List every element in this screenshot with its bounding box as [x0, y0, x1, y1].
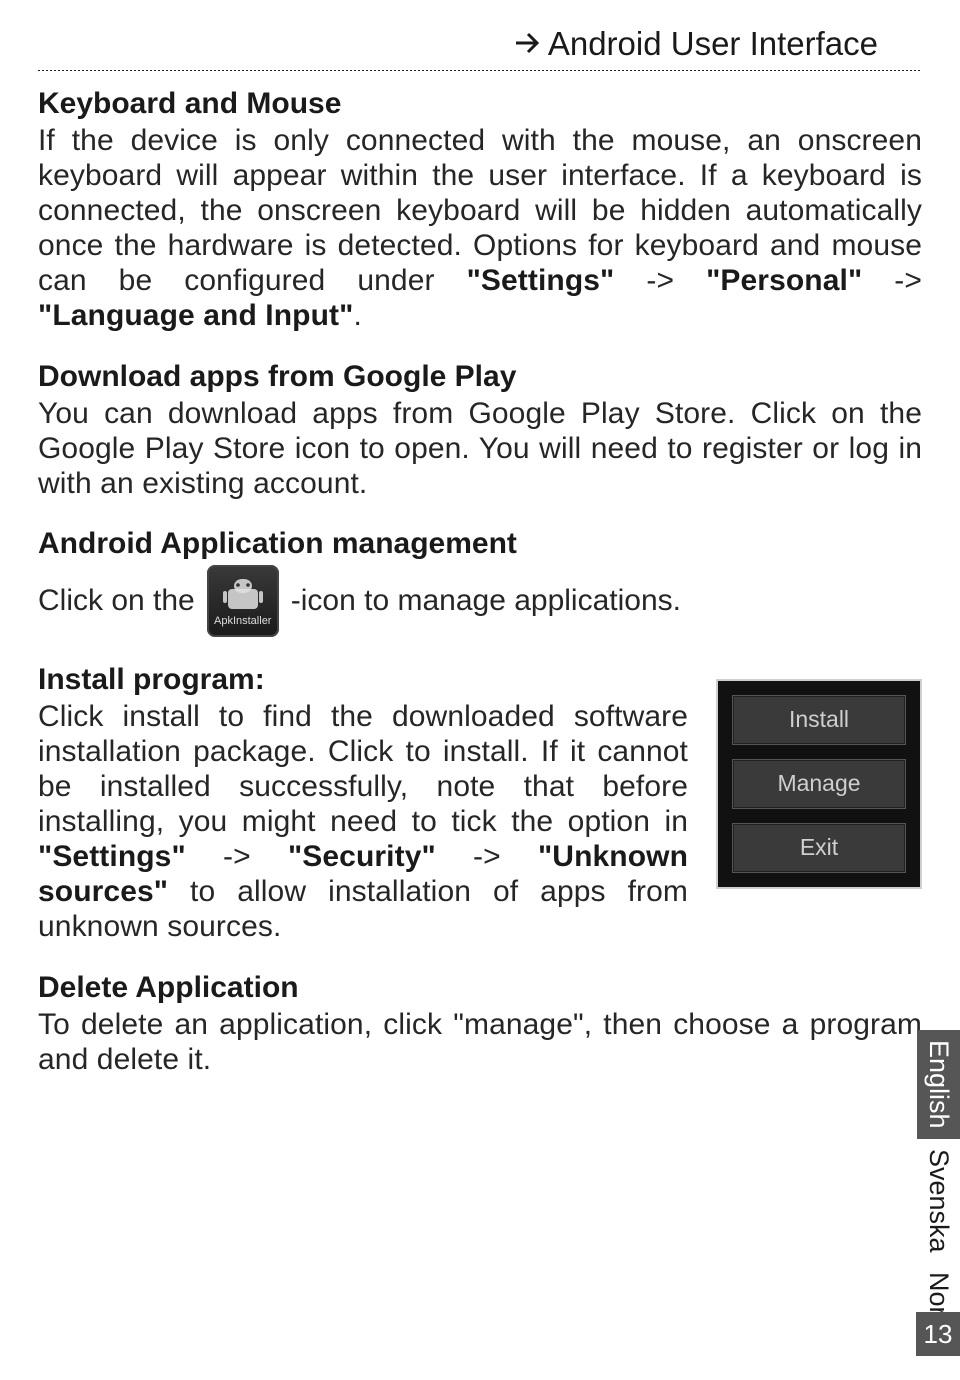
page-header: Android User Interface [38, 25, 922, 71]
arrow-right-icon [514, 27, 542, 65]
heading-keyboard-mouse: Keyboard and Mouse [38, 87, 922, 121]
lang-tab-english[interactable]: English [917, 1030, 960, 1139]
install-button[interactable]: Install [732, 695, 906, 745]
heading-download-apps: Download apps from Google Play [38, 360, 922, 394]
exit-button[interactable]: Exit [732, 823, 906, 873]
text-after-icon: -icon to manage applications. [291, 584, 681, 618]
heading-install-program: Install program: [38, 663, 688, 697]
heading-app-management: Android Application management [38, 527, 922, 561]
para-download-apps: You can download apps from Google Play S… [38, 396, 922, 501]
action-button-panel: Install Manage Exit [716, 679, 922, 889]
page-number: 13 [916, 1312, 960, 1356]
text-click-on-the: Click on the [38, 584, 195, 618]
page-title: Android User Interface [548, 25, 878, 62]
apkinstaller-icon-label: ApkInstaller [214, 615, 271, 627]
para-keyboard-mouse: If the device is only connected with the… [38, 123, 922, 334]
para-delete-application: To delete an application, click "manage"… [38, 1007, 922, 1077]
heading-delete-application: Delete Application [38, 971, 922, 1005]
manage-button[interactable]: Manage [732, 759, 906, 809]
apkinstaller-icon: ApkInstaller [207, 565, 279, 637]
language-tabs: English Svenska Norsk [917, 1030, 960, 1353]
lang-tab-svenska[interactable]: Svenska [917, 1139, 960, 1263]
para-install-program: Click install to find the downloaded sof… [38, 699, 688, 945]
apkinstaller-row: Click on the ApkInstaller -icon to manag… [38, 565, 922, 637]
